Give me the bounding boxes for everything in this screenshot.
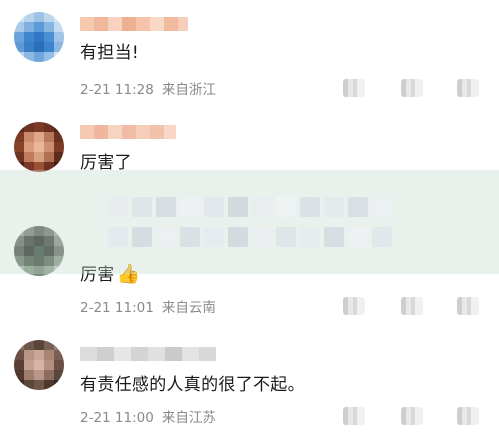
reply-icon[interactable]	[343, 407, 365, 425]
overlay-banner	[0, 170, 499, 274]
like-icon[interactable]	[457, 79, 479, 97]
like-icon[interactable]	[457, 297, 479, 315]
username-blurred[interactable]	[80, 16, 188, 31]
comment-time: 2-21 11:28	[80, 82, 154, 98]
comment-meta: 2-21 11:00 来自江苏	[80, 406, 216, 426]
comment-meta: 2-21 11:28 来自浙江	[80, 78, 216, 98]
share-icon[interactable]	[401, 297, 423, 315]
comment-time: 2-21 11:01	[80, 300, 154, 316]
avatar[interactable]	[14, 12, 64, 62]
comment-location: 来自江苏	[161, 410, 216, 426]
comment-time: 2-21 11:00	[80, 410, 154, 426]
comment-text: 有担当!	[80, 43, 140, 63]
comment-meta: 2-21 11:01 来自云南	[80, 296, 216, 316]
comment-location: 来自云南	[161, 300, 216, 316]
banner-mosaic	[107, 197, 392, 247]
username-blurred[interactable]	[80, 346, 216, 361]
reply-icon[interactable]	[343, 297, 365, 315]
like-icon[interactable]	[457, 407, 479, 425]
avatar-mosaic	[14, 340, 64, 390]
username-blurred[interactable]	[80, 124, 176, 139]
share-icon[interactable]	[401, 79, 423, 97]
comment-actions	[343, 76, 485, 98]
avatar[interactable]	[14, 122, 64, 172]
comment-actions	[343, 294, 485, 316]
share-icon[interactable]	[401, 407, 423, 425]
comment-text: 有责任感的人真的很了不起。	[80, 375, 305, 395]
avatar-mosaic	[14, 122, 64, 172]
comment-actions	[343, 404, 485, 426]
comment-location: 来自浙江	[161, 82, 216, 98]
avatar-mosaic	[14, 12, 64, 62]
avatar[interactable]	[14, 340, 64, 390]
reply-icon[interactable]	[343, 79, 365, 97]
